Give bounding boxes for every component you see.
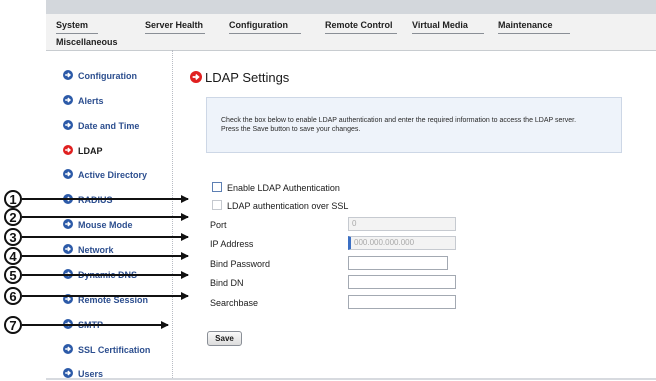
callout-5: 5 [4, 266, 22, 284]
callout-7: 7 [4, 316, 22, 334]
callout-3: 3 [4, 228, 22, 246]
callout-arrows [22, 195, 189, 329]
callout-2: 2 [4, 208, 22, 226]
callout-4: 4 [4, 247, 22, 265]
callout-1: 1 [4, 190, 22, 208]
callout-6: 6 [4, 287, 22, 305]
